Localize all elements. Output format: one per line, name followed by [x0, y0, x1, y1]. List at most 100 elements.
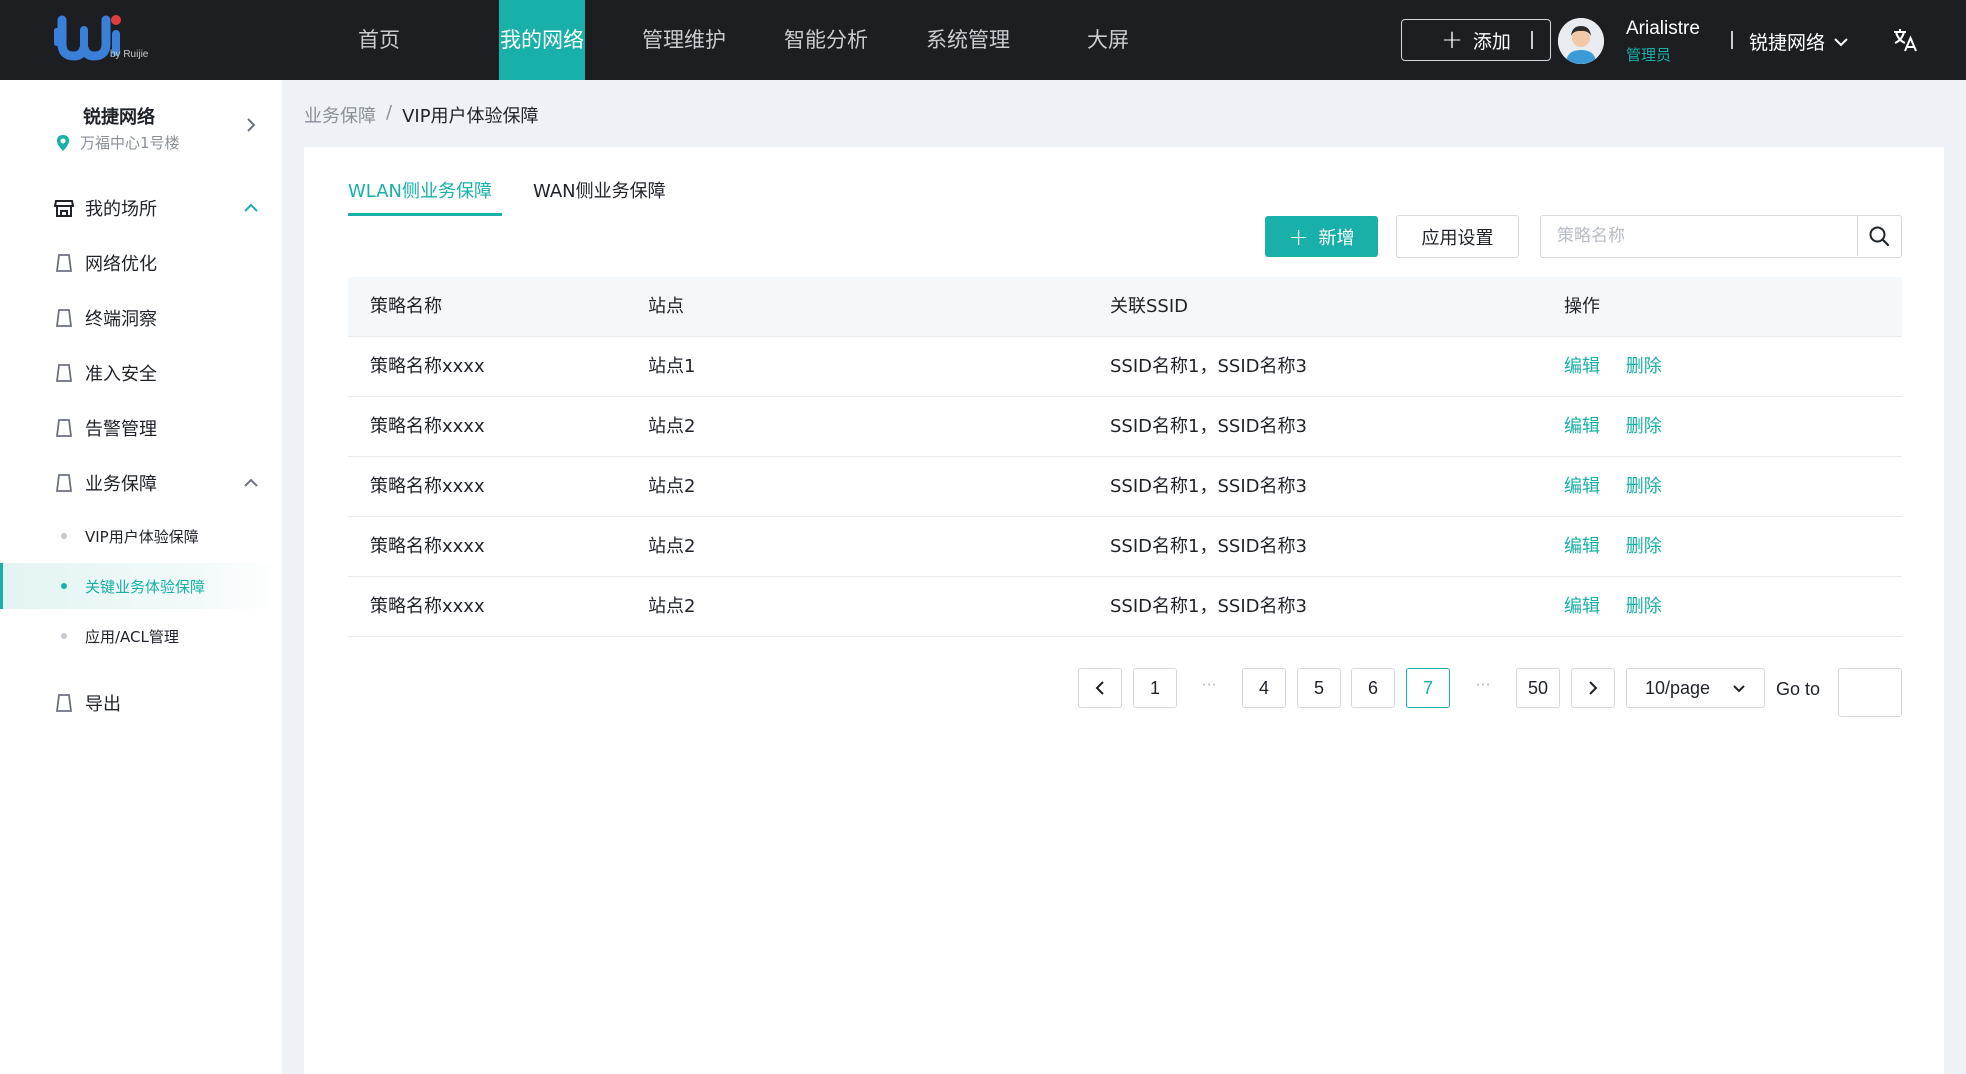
- nav-maintenance[interactable]: 管理维护: [634, 0, 734, 80]
- page-size-select[interactable]: 10/page: [1626, 668, 1765, 708]
- table-header: 策略名称 站点 关联SSID 操作: [348, 277, 1902, 337]
- page-button[interactable]: 1: [1133, 668, 1177, 708]
- app-settings-button[interactable]: 应用设置: [1396, 215, 1519, 258]
- org-switcher[interactable]: 锐捷网络: [1749, 28, 1849, 55]
- sidebar-subitem-app-acl[interactable]: 应用/ACL管理: [0, 613, 282, 659]
- breadcrumb-separator: /: [386, 102, 393, 123]
- goto-page-input[interactable]: [1838, 668, 1902, 717]
- sidebar-item-alarm-management[interactable]: 告警管理: [0, 400, 282, 455]
- page-button-current[interactable]: 7: [1406, 668, 1450, 708]
- delete-link[interactable]: 删除: [1626, 476, 1662, 497]
- delete-link[interactable]: 删除: [1626, 596, 1662, 617]
- user-name: Arialistre: [1626, 18, 1700, 39]
- edit-link[interactable]: 编辑: [1564, 416, 1600, 437]
- table-row: 策略名称xxxx 站点2 SSID名称1，SSID名称3 编辑 删除: [348, 517, 1902, 577]
- site-name: 锐捷网络: [83, 107, 155, 128]
- column-header: 策略名称: [370, 296, 442, 317]
- sidebar-subitem-key-service-experience[interactable]: 关键业务体验保障: [0, 563, 282, 609]
- chevron-left-icon: [1095, 681, 1104, 695]
- sidebar-item-service-assurance[interactable]: 业务保障: [0, 455, 282, 510]
- sidebar: 锐捷网络 万福中心1号楼 我的场所 网络优化 终端洞察 准入安全 告警管理 业务…: [0, 80, 282, 1074]
- ssid: SSID名称1，SSID名称3: [1110, 536, 1307, 557]
- bullet-icon: [61, 533, 67, 539]
- sidebar-item-my-venue[interactable]: 我的场所: [0, 180, 282, 235]
- prev-page-button[interactable]: [1078, 668, 1122, 708]
- policy-name: 策略名称xxxx: [370, 536, 485, 557]
- site: 站点2: [648, 596, 696, 617]
- module-icon: [55, 693, 73, 712]
- actions: 编辑 删除: [1564, 457, 1682, 517]
- breadcrumb-parent[interactable]: 业务保障: [304, 102, 376, 128]
- table-row: 策略名称xxxx 站点2 SSID名称1，SSID名称3 编辑 删除: [348, 397, 1902, 457]
- sidebar-item-terminal-insight[interactable]: 终端洞察: [0, 290, 282, 345]
- page-button[interactable]: 4: [1242, 668, 1286, 708]
- column-header: 操作: [1564, 296, 1600, 317]
- chevron-down-icon: [1834, 37, 1848, 46]
- user-role: 管理员: [1626, 46, 1672, 64]
- page-button[interactable]: 5: [1297, 668, 1341, 708]
- policy-table: 策略名称 站点 关联SSID 操作 策略名称xxxx 站点1 SSID名称1，S…: [348, 277, 1902, 637]
- module-icon: [55, 473, 73, 492]
- edit-link[interactable]: 编辑: [1564, 596, 1600, 617]
- sidebar-item-access-security[interactable]: 准入安全: [0, 345, 282, 400]
- edit-link[interactable]: 编辑: [1564, 356, 1600, 377]
- avatar[interactable]: [1558, 18, 1604, 64]
- org-label: 锐捷网络: [1749, 32, 1826, 54]
- chevron-right-icon: [247, 118, 256, 132]
- delete-link[interactable]: 删除: [1626, 416, 1662, 437]
- pagination-ellipsis[interactable]: ···: [1468, 668, 1498, 708]
- content-card: WLAN侧业务保障 WAN侧业务保障 + 新增 应用设置 策略名称 站点 关联S…: [304, 147, 1944, 1074]
- delete-link[interactable]: 删除: [1626, 356, 1662, 377]
- language-icon[interactable]: [1891, 26, 1919, 54]
- goto-label: Go to: [1776, 679, 1821, 699]
- page-button[interactable]: 6: [1351, 668, 1395, 708]
- column-header: 关联SSID: [1110, 296, 1189, 317]
- module-icon: [55, 308, 73, 327]
- page-button[interactable]: 50: [1516, 668, 1560, 708]
- policy-name: 策略名称xxxx: [370, 596, 485, 617]
- nav-analytics[interactable]: 智能分析: [776, 0, 876, 80]
- bullet-icon: [61, 633, 67, 639]
- sidebar-item-label: 终端洞察: [85, 308, 157, 330]
- new-policy-button[interactable]: + 新增: [1265, 216, 1378, 257]
- pagination-ellipsis[interactable]: ···: [1194, 668, 1224, 708]
- ssid: SSID名称1，SSID名称3: [1110, 596, 1307, 617]
- module-icon: [55, 363, 73, 382]
- sidebar-subitem-label: 关键业务体验保障: [85, 577, 206, 596]
- nav-big-screen[interactable]: 大屏: [1066, 0, 1150, 80]
- sidebar-subitem-label: 应用/ACL管理: [85, 627, 179, 646]
- site: 站点2: [648, 476, 696, 497]
- add-button[interactable]: + 添加: [1401, 19, 1551, 61]
- sidebar-subitem-vip-experience[interactable]: VIP用户体验保障: [0, 513, 282, 559]
- next-page-button[interactable]: [1571, 668, 1615, 708]
- tab-wlan-assurance[interactable]: WLAN侧业务保障: [348, 177, 492, 213]
- sidebar-subitem-label: VIP用户体验保障: [85, 527, 199, 546]
- sidebar-item-label: 导出: [85, 693, 121, 715]
- edit-link[interactable]: 编辑: [1564, 476, 1600, 497]
- sidebar-item-network-optimization[interactable]: 网络优化: [0, 235, 282, 290]
- actions: 编辑 删除: [1564, 397, 1682, 457]
- ssid: SSID名称1，SSID名称3: [1110, 476, 1307, 497]
- nav-system[interactable]: 系统管理: [918, 0, 1018, 80]
- nav-my-network[interactable]: 我的网络: [499, 0, 585, 80]
- plus-icon: +: [1441, 25, 1463, 55]
- sidebar-item-export[interactable]: 导出: [0, 675, 282, 730]
- tab-wan-assurance[interactable]: WAN侧业务保障: [533, 177, 666, 213]
- chevron-right-icon: [1589, 681, 1598, 695]
- actions: 编辑 删除: [1564, 517, 1682, 577]
- breadcrumb-current: VIP用户体验保障: [402, 106, 539, 127]
- search-input[interactable]: [1541, 216, 1857, 256]
- breadcrumb: 业务保障 / VIP用户体验保障: [304, 102, 539, 128]
- ssid: SSID名称1，SSID名称3: [1110, 416, 1307, 437]
- site-selector[interactable]: 锐捷网络 万福中心1号楼: [0, 80, 282, 166]
- edit-link[interactable]: 编辑: [1564, 536, 1600, 557]
- nav-home[interactable]: 首页: [338, 0, 420, 80]
- delete-link[interactable]: 删除: [1626, 536, 1662, 557]
- store-icon: [53, 199, 75, 217]
- search-button[interactable]: [1857, 216, 1900, 256]
- ssid: SSID名称1，SSID名称3: [1110, 356, 1307, 377]
- chevron-down-icon: [1733, 684, 1745, 692]
- actions: 编辑 删除: [1564, 577, 1682, 637]
- add-button-label: 添加: [1472, 30, 1511, 53]
- search-box: [1540, 215, 1902, 258]
